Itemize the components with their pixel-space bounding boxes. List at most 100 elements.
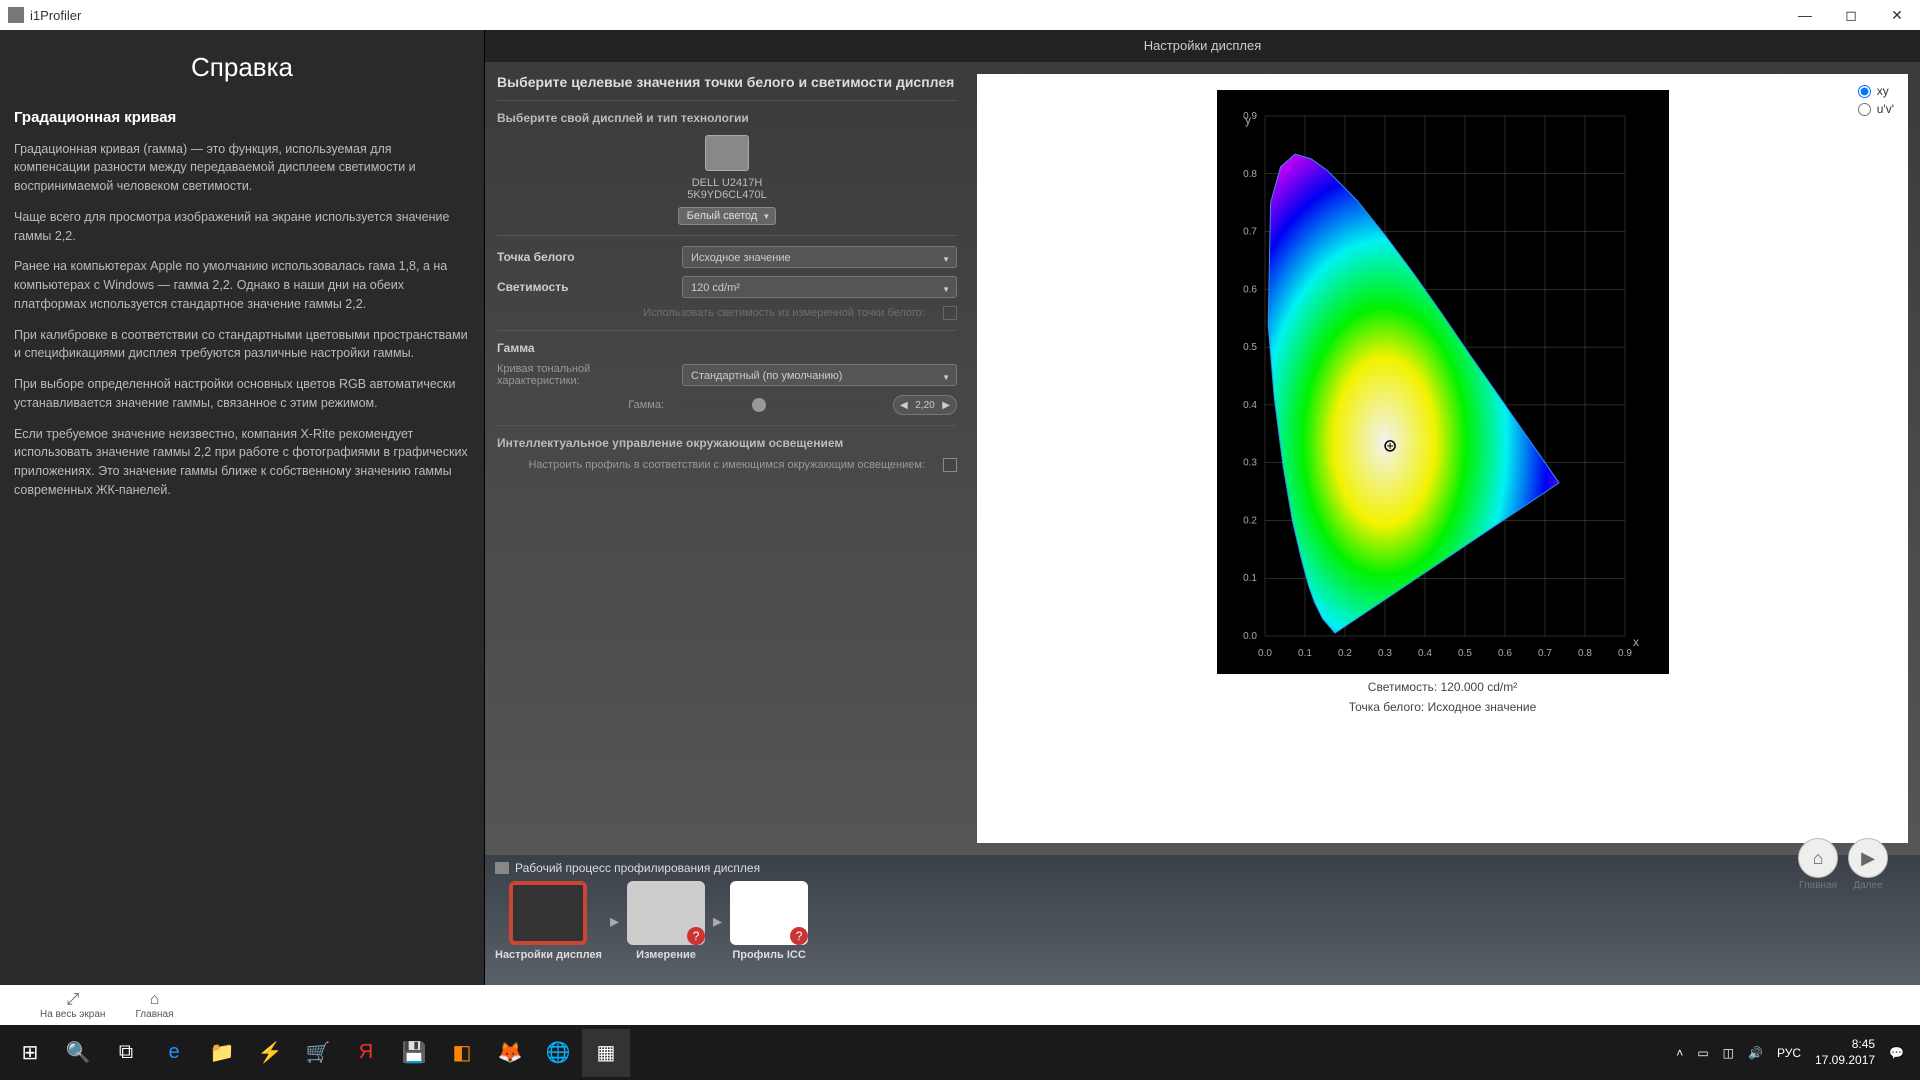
- luminance-select[interactable]: 120 cd/m²: [682, 276, 957, 298]
- gamma-section-label: Гамма: [497, 341, 672, 355]
- titlebar: i1Profiler — ◻ ✕: [0, 0, 1920, 30]
- svg-text:0.2: 0.2: [1338, 648, 1352, 659]
- app-icon[interactable]: ◧: [438, 1029, 486, 1077]
- help-paragraph: Градационная кривая (гамма) — это функци…: [14, 140, 470, 196]
- svg-text:0.3: 0.3: [1243, 458, 1257, 469]
- taskview-icon[interactable]: ⧉: [102, 1029, 150, 1077]
- workflow-title: Рабочий процесс профилирования дисплея: [515, 861, 760, 875]
- svg-text:0.7: 0.7: [1538, 648, 1552, 659]
- ambient-section-label: Интеллектуальное управление окружающим о…: [497, 436, 957, 450]
- app-icon: [8, 7, 24, 23]
- fullscreen-button[interactable]: ⤢На весь экран: [40, 991, 105, 1020]
- help-paragraph: Чаще всего для просмотра изображений на …: [14, 208, 470, 246]
- svg-text:0.5: 0.5: [1458, 648, 1472, 659]
- whitepoint-caption: Точка белого: Исходное значение: [1349, 700, 1537, 714]
- edge-icon[interactable]: e: [150, 1029, 198, 1077]
- page-title: Настройки дисплея: [485, 30, 1920, 62]
- start-button[interactable]: ⊞: [6, 1029, 54, 1077]
- workflow-step-measure[interactable]: ?: [627, 881, 705, 945]
- help-sidebar: Справка Градационная кривая Градационная…: [0, 30, 485, 985]
- svg-text:0.3: 0.3: [1378, 648, 1392, 659]
- help-paragraph: Если требуемое значение неизвестно, комп…: [14, 425, 470, 500]
- help-paragraph: При калибровке в соответствии со стандар…: [14, 326, 470, 364]
- minimize-button[interactable]: —: [1782, 0, 1828, 30]
- svg-text:0.4: 0.4: [1243, 400, 1257, 411]
- svg-text:y: y: [1245, 113, 1251, 127]
- clock[interactable]: 8:45 17.09.2017: [1815, 1037, 1875, 1068]
- svg-text:0.4: 0.4: [1418, 648, 1432, 659]
- svg-text:0.2: 0.2: [1243, 515, 1257, 526]
- svg-text:0.7: 0.7: [1243, 227, 1257, 238]
- help-paragraph: Ранее на компьютерах Apple по умолчанию …: [14, 257, 470, 313]
- curve-select[interactable]: Стандартный (по умолчанию): [682, 364, 957, 386]
- settings-panel: Выберите целевые значения точки белого и…: [497, 74, 957, 843]
- search-icon[interactable]: 🔍: [54, 1029, 102, 1077]
- workflow-icon: [495, 862, 509, 874]
- gamma-value-field[interactable]: ◀2,20▶: [893, 395, 957, 415]
- coord-xy-radio[interactable]: xy: [1858, 84, 1894, 98]
- chrome-icon[interactable]: 🌐: [534, 1029, 582, 1077]
- home-button[interactable]: ⌂Главная: [135, 991, 173, 1020]
- svg-text:0.0: 0.0: [1258, 648, 1272, 659]
- luminance-from-measured-checkbox[interactable]: [943, 306, 957, 320]
- svg-text:x: x: [1633, 635, 1639, 649]
- workflow-step-label: Измерение: [636, 949, 696, 961]
- svg-text:0.1: 0.1: [1298, 648, 1312, 659]
- backlight-dropdown[interactable]: Белый светод: [678, 207, 777, 225]
- tray-chevron-icon[interactable]: ˄: [1676, 1046, 1683, 1060]
- svg-text:0.5: 0.5: [1243, 342, 1257, 353]
- monitor-icon: [705, 135, 749, 171]
- gamma-slider[interactable]: [682, 403, 883, 407]
- chromaticity-chart: 0.0 0.1 0.2 0.3 0.4 0.5 0.6 0.7 0.8 0.9 0.0 0.1 0.2 0…: [1217, 90, 1669, 674]
- monitor-serial: 5K9YD6CL470L: [687, 189, 767, 201]
- next-button[interactable]: ▶: [1848, 838, 1888, 878]
- gamma-label: Гамма:: [497, 399, 672, 411]
- chevron-right-icon: ▸: [713, 911, 722, 932]
- white-point-select[interactable]: Исходное значение: [682, 246, 957, 268]
- luminance-from-measured-label: Использовать светимость из измеренной то…: [497, 307, 933, 319]
- alert-icon: ?: [687, 927, 705, 945]
- windows-taskbar: ⊞ 🔍 ⧉ e 📁 ⚡ 🛒 Я 💾 ◧ 🦊 🌐 ▦ ˄ ▭ ◫ 🔊 РУС 8:…: [0, 1025, 1920, 1080]
- curve-label: Кривая тональной характеристики:: [497, 363, 672, 387]
- network-icon[interactable]: ◫: [1723, 1046, 1734, 1060]
- settings-heading: Выберите целевые значения точки белого и…: [497, 74, 957, 90]
- maximize-button[interactable]: ◻: [1828, 0, 1874, 30]
- ambient-profile-label: Настроить профиль в соответствии с имеющ…: [497, 459, 933, 471]
- window-title: i1Profiler: [30, 8, 81, 23]
- workflow-bar: Рабочий процесс профилирования дисплея Н…: [485, 855, 1920, 985]
- close-button[interactable]: ✕: [1874, 0, 1920, 30]
- ambient-profile-checkbox[interactable]: [943, 458, 957, 472]
- coord-uv-radio[interactable]: u'v': [1858, 102, 1894, 116]
- alert-icon: ?: [790, 927, 808, 945]
- workflow-step-profile[interactable]: ?: [730, 881, 808, 945]
- home-label: Главная: [1799, 880, 1837, 891]
- explorer-icon[interactable]: 📁: [198, 1029, 246, 1077]
- workflow-step-label: Настройки дисплея: [495, 949, 602, 961]
- yandex-icon[interactable]: Я: [342, 1029, 390, 1077]
- choose-display-label: Выберите свой дисплей и тип технологии: [497, 111, 957, 125]
- language-indicator[interactable]: РУС: [1777, 1046, 1801, 1060]
- svg-text:0.6: 0.6: [1243, 284, 1257, 295]
- battery-icon[interactable]: ▭: [1697, 1046, 1708, 1060]
- monitor-name: DELL U2417H: [692, 177, 763, 189]
- svg-text:0.1: 0.1: [1243, 573, 1257, 584]
- slider-thumb-icon[interactable]: [752, 398, 766, 412]
- help-paragraph: При выборе определенной настройки основн…: [14, 375, 470, 413]
- luminance-label: Светимость: [497, 280, 672, 294]
- firefox-icon[interactable]: 🦊: [486, 1029, 534, 1077]
- luminance-caption: Светимость: 120.000 cd/m²: [1368, 680, 1517, 694]
- app-icon[interactable]: 💾: [390, 1029, 438, 1077]
- app-icon[interactable]: ⚡: [246, 1029, 294, 1077]
- help-title: Справка: [14, 48, 470, 87]
- notifications-icon[interactable]: 💬: [1889, 1046, 1904, 1060]
- svg-text:0.6: 0.6: [1498, 648, 1512, 659]
- app-icon[interactable]: 🛒: [294, 1029, 342, 1077]
- svg-text:0.9: 0.9: [1618, 648, 1632, 659]
- home-button[interactable]: ⌂: [1798, 838, 1838, 878]
- volume-icon[interactable]: 🔊: [1748, 1046, 1763, 1060]
- next-label: Далее: [1853, 880, 1882, 891]
- i1profiler-taskbar-icon[interactable]: ▦: [582, 1029, 630, 1077]
- svg-text:0.8: 0.8: [1243, 169, 1257, 180]
- svg-text:0.0: 0.0: [1243, 631, 1257, 642]
- workflow-step-settings[interactable]: [509, 881, 587, 945]
